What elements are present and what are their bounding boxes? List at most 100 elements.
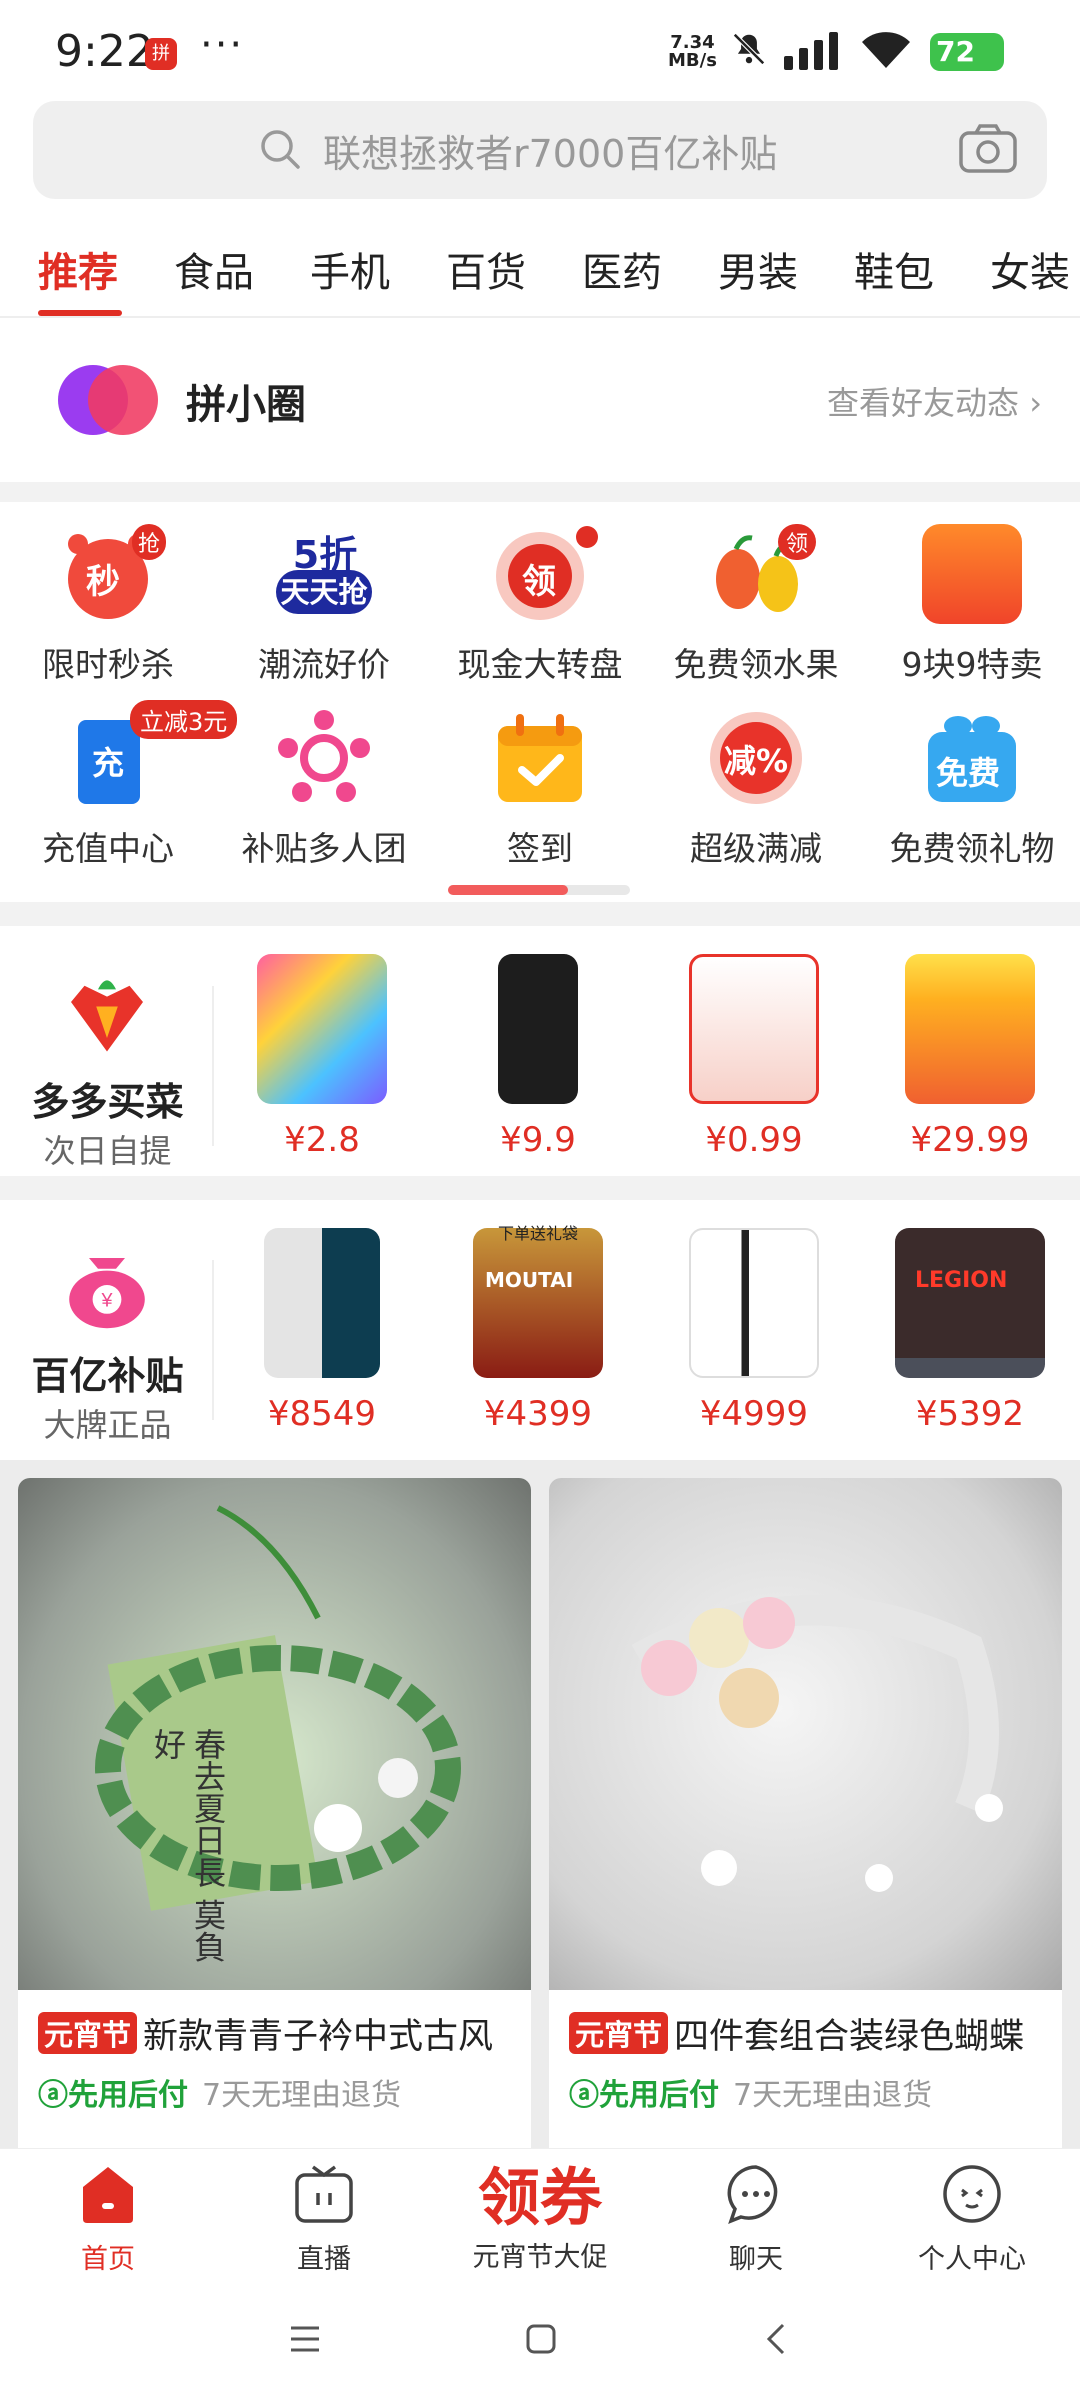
grocery-product[interactable]: ¥29.99: [870, 954, 1070, 1160]
vertical-divider: [212, 1260, 214, 1420]
product-price: ¥2.8: [284, 1120, 360, 1160]
grid-label: 潮流好价: [258, 645, 390, 684]
subsidy-section[interactable]: ¥ 百亿补贴 大牌正品 ¥8549 下单送礼袋 MOUTAI ¥4399 ¥49…: [0, 1200, 1080, 1460]
product-photo: [549, 1478, 1062, 1990]
subsidy-product[interactable]: ¥8549: [222, 1228, 422, 1434]
product-price: ¥29.99: [910, 1120, 1030, 1160]
app-notification-icon: 拼: [145, 38, 177, 70]
grid-cash-wheel[interactable]: 领 现金大转盘: [432, 524, 648, 686]
tab-medicine[interactable]: 医药: [582, 240, 662, 298]
tab-menswear[interactable]: 男装: [718, 240, 798, 298]
grocery-product[interactable]: ¥0.99: [654, 954, 854, 1160]
nav-coupon[interactable]: 领券 元宵节大促: [450, 2163, 630, 2274]
more-notifications-icon: ···: [200, 22, 245, 68]
grocery-subtitle: 次日自提: [43, 1132, 172, 1170]
grocery-product[interactable]: ¥9.9: [438, 954, 638, 1160]
tab-recommend[interactable]: 推荐: [38, 240, 118, 298]
grid-recharge[interactable]: 充 立减3元 充值中心: [0, 700, 238, 870]
circle-title: 拼小圈: [186, 382, 306, 428]
nav-label: 个人中心: [918, 2244, 1026, 2275]
grid-trend-price[interactable]: 5折 天天抢 潮流好价: [216, 524, 432, 686]
nav-label: 聊天: [729, 2244, 783, 2275]
grid-group-subsidy[interactable]: 补贴多人团: [216, 708, 432, 870]
grid-checkin[interactable]: 签到: [432, 708, 648, 870]
section-divider: [0, 902, 1080, 926]
grab-badge: 抢: [132, 524, 167, 560]
grid-label: 签到: [507, 829, 573, 868]
pay-later-label: ⓐ先用后付: [38, 2078, 188, 2113]
subsidy-product[interactable]: 下单送礼袋 MOUTAI ¥4399: [438, 1224, 638, 1434]
feed-card[interactable]: 春去夏日長 莫負好 元宵节 新款青青子衿中式古风 ⓐ先用后付 7天无理由退货: [18, 1478, 531, 2178]
tab-womenswear[interactable]: 女装: [990, 240, 1070, 298]
active-tab-indicator: [38, 310, 122, 316]
subsidy-subtitle: 大牌正品: [43, 1406, 172, 1444]
gift-bag-text: 下单送礼袋: [497, 1224, 578, 1243]
subsidy-product[interactable]: LEGION ¥5392: [870, 1228, 1070, 1434]
refund-text: 7天无理由退货: [202, 2078, 402, 2113]
nav-live[interactable]: 直播: [244, 2163, 404, 2276]
grid-label: 充值中心: [42, 829, 174, 868]
grid-free-fruit[interactable]: 领 免费领水果: [648, 524, 864, 686]
svg-text:¥: ¥: [100, 1290, 113, 1312]
home-button-icon[interactable]: [524, 2322, 558, 2356]
nav-label: 元宵节大促: [472, 2242, 608, 2273]
product-image: [257, 954, 387, 1104]
circle-logo-overlay: [88, 365, 158, 435]
product-title: 四件套组合装绿色蝴蝶: [674, 2017, 1025, 2057]
search-bar[interactable]: 联想拯救者r7000百亿补贴: [33, 101, 1047, 199]
product-price: ¥8549: [267, 1394, 377, 1434]
bottom-navigation: 首页 直播 领券 元宵节大促 聊天 个人中心: [0, 2148, 1080, 2278]
nav-chat[interactable]: 聊天: [676, 2163, 836, 2276]
laptop-image: LEGION: [895, 1228, 1045, 1378]
friend-circle-row[interactable]: 拼小圈 查看好友动态 ›: [0, 320, 1080, 480]
nav-home[interactable]: 首页: [28, 2163, 188, 2276]
subsidy-product[interactable]: ¥4999: [654, 1228, 854, 1434]
status-time: 9:22: [55, 26, 154, 77]
feed-card[interactable]: 元宵节 四件套组合装绿色蝴蝶 ⓐ先用后付 7天无理由退货: [549, 1478, 1062, 2178]
tab-goods[interactable]: 百货: [446, 240, 526, 298]
grocery-section[interactable]: 多多买菜 次日自提 ¥2.8 ¥9.9 ¥0.99 ¥29.99: [0, 926, 1080, 1176]
network-speed: 7.34 MB/s: [668, 34, 717, 70]
nav-profile[interactable]: 个人中心: [892, 2163, 1052, 2276]
money-bag-icon: ¥: [69, 1258, 145, 1329]
bracelet-image: [631, 1595, 1003, 1892]
claim-badge: 领: [778, 524, 817, 560]
pay-later-text: 先用后付: [599, 2078, 719, 2113]
profile-icon: [943, 2165, 1001, 2223]
grid-flash-sale[interactable]: 秒 抢 限时秒杀: [0, 524, 216, 686]
recent-apps-icon[interactable]: [288, 2324, 322, 2354]
recharge-char: 充: [92, 744, 125, 782]
coupon-big-text: 领券: [477, 2161, 602, 2234]
subsidy-title: 百亿补贴: [31, 1354, 184, 1398]
grid-label: 现金大转盘: [457, 645, 623, 684]
section-divider: [0, 1176, 1080, 1200]
pay-later-text: 先用后付: [68, 2078, 188, 2113]
camera-icon[interactable]: [958, 123, 1018, 175]
chat-icon: [727, 2165, 778, 2225]
view-friend-activity-link[interactable]: 查看好友动态 ›: [827, 378, 1042, 424]
grid-scroll-indicator: [448, 885, 630, 895]
battery-icon: 72: [930, 33, 1004, 71]
back-icon[interactable]: [764, 2322, 788, 2356]
tab-food[interactable]: 食品: [174, 240, 254, 298]
tab-shoes-bags[interactable]: 鞋包: [854, 240, 934, 298]
moutai-image: 下单送礼袋 MOUTAI: [473, 1224, 603, 1378]
signal-icon: [784, 32, 838, 70]
tab-phone[interactable]: 手机: [310, 240, 390, 298]
system-navigation-bar: [0, 2278, 1080, 2400]
product-price: ¥4999: [699, 1394, 809, 1434]
network-speed-unit: MB/s: [668, 50, 717, 71]
product-price: ¥4399: [483, 1394, 593, 1434]
grocery-product[interactable]: ¥2.8: [222, 954, 422, 1160]
gift-char: 免费: [936, 754, 1001, 792]
note-text: 春去夏日長 莫負好: [149, 1728, 227, 1963]
carrot-logo-icon: [71, 980, 143, 1052]
checkin-icon: [498, 714, 582, 802]
section-divider: [0, 482, 1080, 502]
laptop-brand-text: LEGION: [915, 1268, 1008, 1293]
grid-99-sale[interactable]: 9块9特卖: [864, 524, 1080, 686]
grid-super-reduce[interactable]: 减% 超级满减: [648, 708, 864, 870]
grid-free-gift[interactable]: 免费 免费领礼物: [864, 708, 1080, 870]
console-image: [689, 1228, 819, 1378]
status-bar: 9:22 拼 ··· 7.34 MB/s 72: [0, 0, 1080, 98]
